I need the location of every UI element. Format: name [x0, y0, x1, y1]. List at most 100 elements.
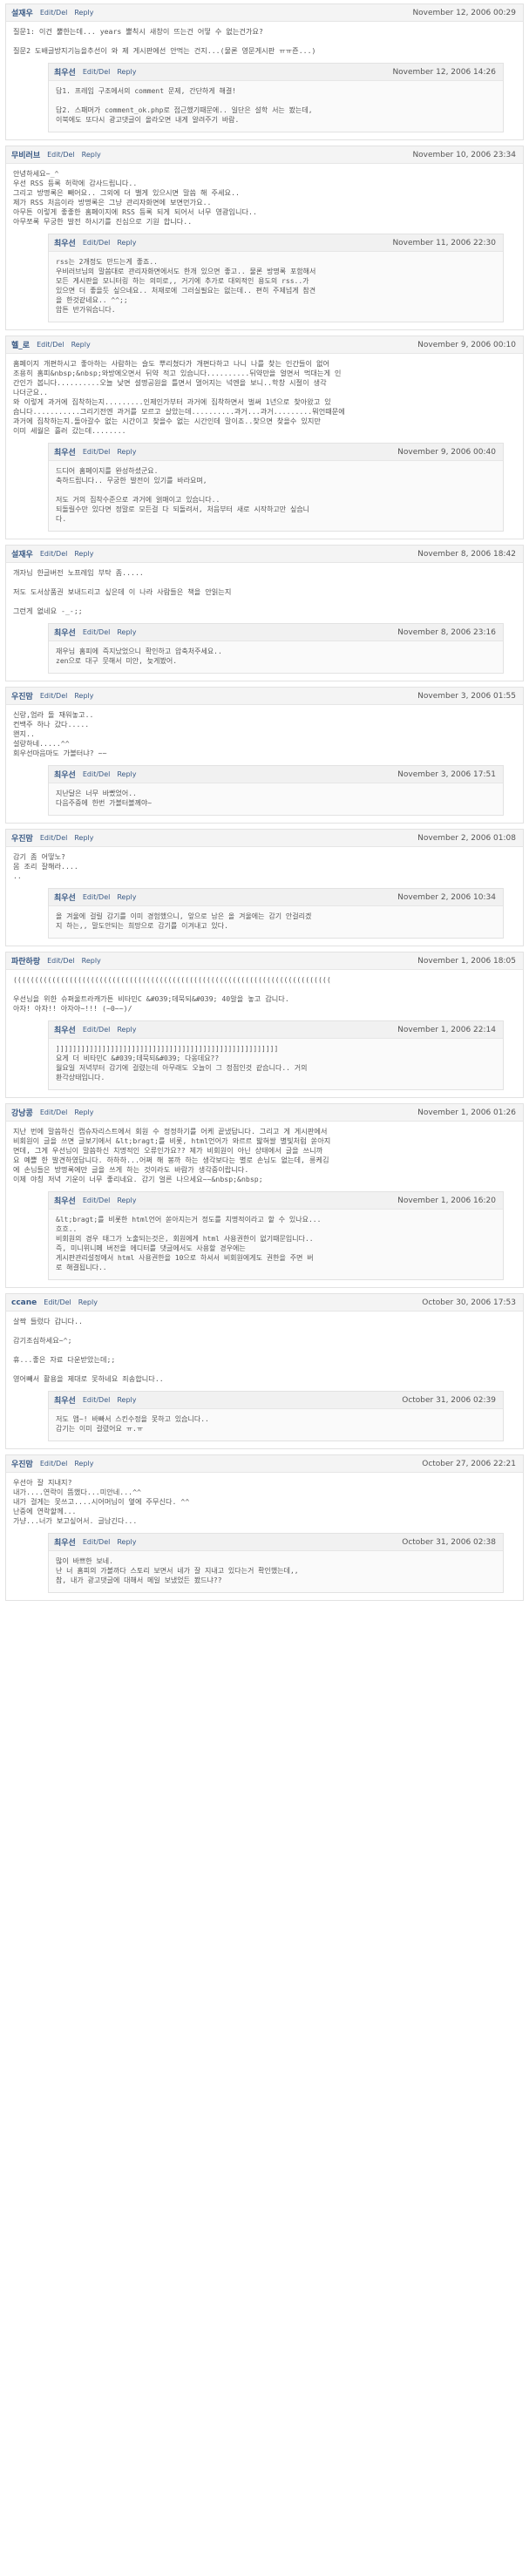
comment-header: 설재우 Edit/Del Reply November 8, 2006 18:42 [6, 546, 523, 563]
comment-header: 헬_로 Edit/Del Reply November 9, 2006 00:10 [6, 336, 523, 354]
guestbook-entry: 우진맘 Edit/Del Reply November 3, 2006 01:55 신랑… [5, 687, 524, 824]
reply-body: 지난달은 너무 바빴었어.. 다음주중에 한번 가볼터볼께야~ [56, 790, 153, 807]
edit-delete-link[interactable]: Edit/Del [40, 9, 68, 17]
comment-header: 최우선 Edit/Del Reply November 3, 2006 17:51 [49, 766, 503, 783]
guestbook-entry: 헬_로 Edit/Del Reply November 9, 2006 00:10 홈페… [5, 336, 524, 539]
comment-actions: Edit/Del Reply [40, 9, 101, 17]
reply-link[interactable]: Reply [117, 448, 136, 456]
guestbook-entry: 설재우 Edit/Del Reply November 12, 2006 00:29 질… [5, 3, 524, 140]
edit-delete-link[interactable]: Edit/Del [83, 893, 111, 901]
comment-body: 살짝 들렀다 갑니다.. 감기조심하세요~^; 휴...좋은 자료 다운받았는데… [13, 1317, 164, 1383]
guestbook-entry: 설재우 Edit/Del Reply November 8, 2006 18:42 개자… [5, 545, 524, 681]
author-name: 최우선 [54, 1027, 76, 1035]
edit-delete-link[interactable]: Edit/Del [83, 239, 111, 247]
comment-body: ((((((((((((((((((((((((((((((((((((((((… [13, 975, 331, 1013]
author-name: 최우선 [54, 1197, 76, 1206]
reply-link[interactable]: Reply [82, 151, 101, 159]
edit-delete-link[interactable]: Edit/Del [47, 957, 75, 965]
edit-delete-link[interactable]: Edit/Del [83, 68, 111, 76]
reply-link[interactable]: Reply [117, 770, 136, 778]
comment-date: November 1, 2006 22:14 [397, 1026, 496, 1034]
reply-link[interactable]: Reply [82, 957, 101, 965]
comment-actions: Edit/Del Reply [40, 692, 101, 700]
edit-delete-link[interactable]: Edit/Del [40, 1108, 68, 1116]
reply-link[interactable]: Reply [74, 834, 93, 842]
edit-delete-link[interactable]: Edit/Del [37, 341, 64, 349]
edit-delete-link[interactable]: Edit/Del [40, 1460, 68, 1468]
comment-date: November 3, 2006 17:51 [397, 770, 496, 779]
reply-link[interactable]: Reply [117, 1396, 136, 1404]
comment-date: November 2, 2006 10:34 [397, 893, 496, 902]
edit-delete-link[interactable]: Edit/Del [44, 1298, 71, 1306]
comment-header: 최우선 Edit/Del Reply October 31, 2006 02:38 [49, 1534, 503, 1551]
guestbook-entry: ccane Edit/Del Reply October 30, 2006 17:53… [5, 1293, 524, 1449]
author-name: 최우선 [54, 449, 76, 458]
comment-date: November 9, 2006 00:40 [397, 448, 496, 457]
comment-date: November 2, 2006 01:08 [417, 834, 516, 843]
owner-reply: 최우선 Edit/Del Reply October 31, 2006 02:39 저도… [48, 1391, 504, 1441]
reply-link[interactable]: Reply [117, 239, 136, 247]
comment-date: November 12, 2006 00:29 [412, 9, 516, 17]
comment-header: 파란하랑 Edit/Del Reply November 1, 2006 18:05 [6, 952, 523, 970]
owner-reply: 최우선 Edit/Del Reply November 11, 2006 22:30 r… [48, 234, 504, 322]
comment-actions: Edit/Del Reply [83, 448, 144, 456]
edit-delete-link[interactable]: Edit/Del [83, 1396, 111, 1404]
author-name: 설재우 [11, 10, 33, 18]
reply-link[interactable]: Reply [74, 550, 93, 558]
comment-date: November 10, 2006 23:34 [412, 151, 516, 159]
reply-link[interactable]: Reply [117, 1538, 136, 1546]
edit-delete-link[interactable]: Edit/Del [40, 550, 68, 558]
reply-body: ]]]]]]]]]]]]]]]]]]]]]]]]]]]]]]]]]]]]]]]]… [56, 1045, 308, 1081]
comment-header: 우진맘 Edit/Del Reply November 3, 2006 01:55 [6, 688, 523, 705]
comment-date: October 30, 2006 17:53 [422, 1298, 516, 1307]
comment-date: November 12, 2006 14:26 [392, 68, 496, 77]
comment-date: October 31, 2006 02:38 [402, 1538, 496, 1547]
comment-actions: Edit/Del Reply [83, 239, 144, 247]
reply-link[interactable]: Reply [74, 1460, 93, 1468]
reply-link[interactable]: Reply [74, 9, 93, 17]
edit-delete-link[interactable]: Edit/Del [40, 834, 68, 842]
edit-delete-link[interactable]: Edit/Del [83, 1026, 111, 1034]
reply-link[interactable]: Reply [117, 1196, 136, 1204]
owner-reply: 최우선 Edit/Del Reply November 2, 2006 10:34 올 … [48, 888, 504, 939]
reply-link[interactable]: Reply [74, 692, 93, 700]
edit-delete-link[interactable]: Edit/Del [83, 770, 111, 778]
reply-link[interactable]: Reply [71, 341, 91, 349]
comment-actions: Edit/Del Reply [40, 550, 101, 558]
author-name: 우진맘 [11, 835, 33, 844]
edit-delete-link[interactable]: Edit/Del [83, 1538, 111, 1546]
reply-link[interactable]: Reply [117, 68, 136, 76]
reply-link[interactable]: Reply [117, 1026, 136, 1034]
edit-delete-link[interactable]: Edit/Del [47, 151, 75, 159]
owner-reply: 최우선 Edit/Del Reply November 1, 2006 16:20 &l… [48, 1191, 504, 1280]
comment-header: 최우선 Edit/Del Reply November 11, 2006 22:30 [49, 234, 503, 252]
owner-reply: 최우선 Edit/Del Reply November 3, 2006 17:51 지난… [48, 765, 504, 816]
edit-delete-link[interactable]: Edit/Del [83, 1196, 111, 1204]
edit-delete-link[interactable]: Edit/Del [83, 448, 111, 456]
reply-link[interactable]: Reply [117, 628, 136, 636]
comment-body: 우선아 잘 지내지? 내가....연락이 뜸했다...미안네...^^ 내가 걸… [13, 1478, 190, 1525]
reply-body: 답1. 프레임 구조에서의 comment 문제, 간단하게 해결! 답2. 스… [56, 87, 313, 124]
author-name: 우진맘 [11, 1461, 33, 1469]
comment-body: 개자님 한글버전 노프레임 부탁 좀..... 저도 도서상품권 보내드리고 싶… [13, 568, 232, 615]
reply-body: 많이 바쁘한 보네. 난 너 홈피의 가볼까다 스토리 보면서 네가 잘 지내고… [56, 1557, 299, 1584]
comment-actions: Edit/Del Reply [83, 770, 144, 778]
comment-header: 최우선 Edit/Del Reply November 9, 2006 00:40 [49, 444, 503, 461]
comment-header: 최우선 Edit/Del Reply November 12, 2006 14:26 [49, 64, 503, 81]
guestbook-entry: 강낭콩 Edit/Del Reply November 1, 2006 01:26 지난… [5, 1103, 524, 1288]
reply-body: 재우님 홈피에 즉지났었으니 확인하고 압축처주세요.. zen으로 대구 뭇해… [56, 647, 222, 665]
comment-date: November 8, 2006 23:16 [397, 628, 496, 637]
comment-date: November 11, 2006 22:30 [392, 239, 496, 247]
author-name: 최우선 [54, 1539, 76, 1548]
comment-actions: Edit/Del Reply [83, 1396, 144, 1404]
author-name: 우진맘 [11, 693, 33, 702]
reply-link[interactable]: Reply [78, 1298, 98, 1306]
author-name: 무비러브 [11, 152, 41, 160]
edit-delete-link[interactable]: Edit/Del [40, 692, 68, 700]
comment-body: 홈페이지 개편하시고 좋아하는 사람하는 슬도 뿌리쳤다가 개편다하고 나니 나… [13, 359, 345, 435]
comment-header: 설재우 Edit/Del Reply November 12, 2006 00:29 [6, 4, 523, 22]
reply-body: 올 겨울에 걸릴 감기를 이미 경험했으니, 앞으로 남은 올 겨울에는 감기 … [56, 912, 312, 930]
reply-link[interactable]: Reply [117, 893, 136, 901]
edit-delete-link[interactable]: Edit/Del [83, 628, 111, 636]
reply-link[interactable]: Reply [74, 1108, 93, 1116]
